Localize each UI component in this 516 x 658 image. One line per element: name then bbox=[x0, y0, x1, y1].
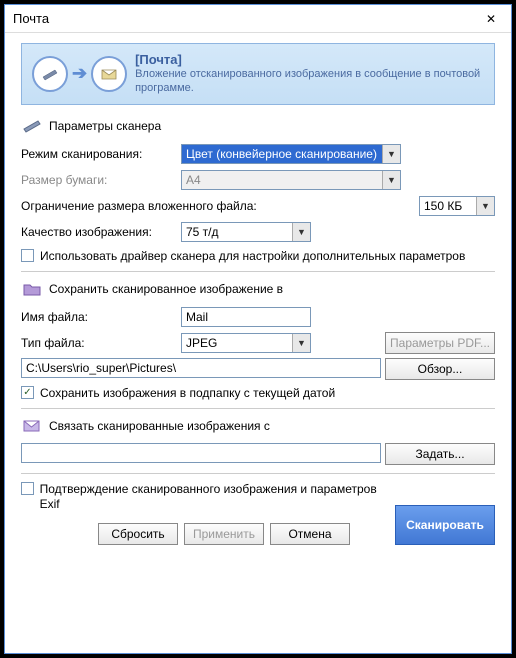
chevron-down-icon: ▼ bbox=[382, 145, 400, 163]
path-row: C:\Users\rio_super\Pictures\ Обзор... bbox=[21, 358, 495, 380]
scan-mode-select[interactable]: Цвет (конвейерное сканирование) ▼ bbox=[181, 144, 401, 164]
bottom-area: Подтверждение сканированного изображения… bbox=[21, 482, 495, 545]
confirm-label: Подтверждение сканированного изображения… bbox=[40, 482, 387, 513]
divider bbox=[21, 408, 495, 409]
envelope-icon bbox=[91, 56, 127, 92]
quality-select[interactable]: 75 т/д ▼ bbox=[181, 222, 311, 242]
quality-value: 75 т/д bbox=[186, 225, 219, 239]
dialog-window: Почта ✕ ➔ [Почта] Вложение отсканированн… bbox=[4, 4, 512, 654]
use-driver-label: Использовать драйвер сканера для настрой… bbox=[40, 249, 465, 263]
scanner-section-head: Параметры сканера bbox=[21, 115, 495, 137]
paper-size-row: Размер бумаги: A4 ▼ bbox=[21, 169, 495, 191]
arrow-icon: ➔ bbox=[72, 63, 87, 84]
save-section-label: Сохранить сканированное изображение в bbox=[49, 282, 283, 296]
banner-title: [Почта] bbox=[135, 52, 484, 67]
file-limit-value: 150 КБ bbox=[424, 199, 462, 213]
checkbox-empty-icon bbox=[21, 249, 34, 262]
button-group: Сбросить Применить Отмена bbox=[61, 523, 387, 545]
scanner-icon bbox=[32, 56, 68, 92]
reset-button[interactable]: Сбросить bbox=[98, 523, 178, 545]
chevron-down-icon: ▼ bbox=[292, 334, 310, 352]
quality-label: Качество изображения: bbox=[21, 225, 181, 239]
scan-mode-label: Режим сканирования: bbox=[21, 147, 181, 161]
chevron-down-icon: ▼ bbox=[292, 223, 310, 241]
chevron-down-icon: ▼ bbox=[382, 171, 400, 189]
browse-button[interactable]: Обзор... bbox=[385, 358, 495, 380]
divider bbox=[21, 473, 495, 474]
filename-value: Mail bbox=[186, 310, 208, 324]
banner-text: [Почта] Вложение отсканированного изобра… bbox=[135, 52, 484, 96]
link-section-label: Связать сканированные изображения с bbox=[49, 419, 270, 433]
scan-mode-row: Режим сканирования: Цвет (конвейерное ск… bbox=[21, 143, 495, 165]
filename-label: Имя файла: bbox=[21, 310, 181, 324]
folder-icon bbox=[21, 278, 43, 300]
filename-input[interactable]: Mail bbox=[181, 307, 311, 327]
subfolder-label: Сохранить изображения в подпапку с текущ… bbox=[40, 386, 335, 400]
window-title: Почта bbox=[13, 11, 479, 26]
paper-size-select: A4 ▼ bbox=[181, 170, 401, 190]
scan-button[interactable]: Сканировать bbox=[395, 505, 495, 545]
link-section-head: Связать сканированные изображения с bbox=[21, 415, 495, 437]
chevron-down-icon: ▼ bbox=[476, 197, 494, 215]
quality-row: Качество изображения: 75 т/д ▼ bbox=[21, 221, 495, 243]
link-input[interactable] bbox=[21, 443, 381, 463]
paper-size-value: A4 bbox=[186, 173, 201, 187]
banner-icons: ➔ bbox=[32, 56, 127, 92]
subfolder-row[interactable]: ✓ Сохранить изображения в подпапку с тек… bbox=[21, 386, 495, 400]
filetype-value: JPEG bbox=[186, 336, 217, 350]
divider bbox=[21, 271, 495, 272]
save-section-head: Сохранить сканированное изображение в bbox=[21, 278, 495, 300]
pdf-options-button: Параметры PDF... bbox=[385, 332, 495, 354]
checkbox-empty-icon bbox=[21, 482, 34, 495]
set-button[interactable]: Задать... bbox=[385, 443, 495, 465]
apply-button: Применить bbox=[184, 523, 264, 545]
banner-description: Вложение отсканированного изображения в … bbox=[135, 67, 484, 96]
use-driver-row[interactable]: Использовать драйвер сканера для настрой… bbox=[21, 249, 495, 263]
file-limit-label: Ограничение размера вложенного файла: bbox=[21, 199, 301, 213]
checkbox-checked-icon: ✓ bbox=[21, 386, 34, 399]
scanner-icon bbox=[21, 115, 43, 137]
file-limit-select[interactable]: 150 КБ ▼ bbox=[419, 196, 495, 216]
path-input[interactable]: C:\Users\rio_super\Pictures\ bbox=[21, 358, 381, 378]
filetype-label: Тип файла: bbox=[21, 336, 181, 350]
filename-row: Имя файла: Mail bbox=[21, 306, 495, 328]
envelope-icon bbox=[21, 415, 43, 437]
close-icon: ✕ bbox=[486, 12, 496, 26]
cancel-button[interactable]: Отмена bbox=[270, 523, 350, 545]
content: ➔ [Почта] Вложение отсканированного изоб… bbox=[5, 33, 511, 653]
titlebar: Почта ✕ bbox=[5, 5, 511, 33]
close-button[interactable]: ✕ bbox=[479, 7, 503, 31]
filetype-row: Тип файла: JPEG ▼ Параметры PDF... bbox=[21, 332, 495, 354]
filetype-select[interactable]: JPEG ▼ bbox=[181, 333, 311, 353]
confirm-row[interactable]: Подтверждение сканированного изображения… bbox=[21, 482, 387, 513]
bottom-left: Подтверждение сканированного изображения… bbox=[21, 482, 387, 545]
file-limit-row: Ограничение размера вложенного файла: 15… bbox=[21, 195, 495, 217]
path-value: C:\Users\rio_super\Pictures\ bbox=[26, 361, 176, 375]
banner: ➔ [Почта] Вложение отсканированного изоб… bbox=[21, 43, 495, 105]
paper-size-label: Размер бумаги: bbox=[21, 173, 181, 187]
link-row: Задать... bbox=[21, 443, 495, 465]
scanner-section-label: Параметры сканера bbox=[49, 119, 161, 133]
scan-mode-value: Цвет (конвейерное сканирование) bbox=[186, 147, 377, 161]
